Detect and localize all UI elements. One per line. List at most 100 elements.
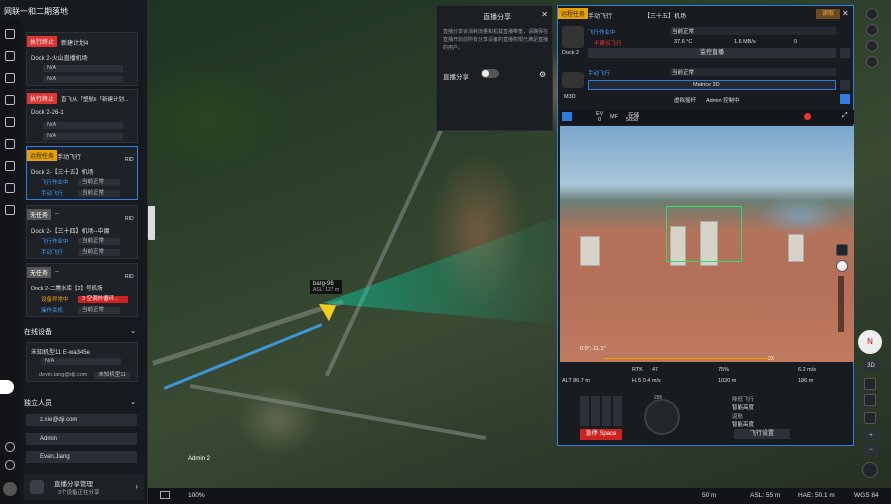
field-value: 当前正常 (78, 189, 120, 197)
draw-icon[interactable] (866, 40, 878, 52)
shutter-icon[interactable] (836, 260, 848, 272)
dock-status-value: 当前正常 (670, 27, 836, 35)
nav-list-icon[interactable] (5, 117, 15, 127)
flight-settings-button[interactable]: 飞行设置 (734, 429, 790, 439)
status-tag: 执行终止 (27, 36, 58, 47)
refresh-icon[interactable] (866, 56, 878, 68)
person-item[interactable]: z.xie@dji.com (26, 414, 137, 426)
ruler-icon[interactable] (866, 24, 878, 36)
storage-value: 5858 (626, 117, 639, 123)
search-icon[interactable] (840, 80, 850, 90)
task-card[interactable]: 远程任务 手动飞行 RID Dock 2-【三十五】机场 飞行作业中 当前正常 手… (26, 146, 138, 200)
dock-label: Dock 2 (562, 50, 580, 56)
task-card[interactable]: 无任务 -- RID Dock 2-【三十四】机场--中庸 飞行作业中 当前正常 … (26, 205, 138, 259)
task-tag: 远程任务 (558, 8, 589, 19)
chat-icon[interactable] (0, 380, 14, 394)
monitor-live-button[interactable]: 监控直播 (588, 48, 836, 58)
network-speed: 1.6 MB/s (734, 39, 756, 45)
search-map-icon[interactable] (862, 462, 878, 478)
fullscreen-icon[interactable]: ⤢ (842, 112, 848, 120)
device-badge: 未知机型11 (94, 371, 131, 379)
close-icon[interactable]: ✕ (541, 10, 548, 19)
admin-marker[interactable]: Admin 2 (188, 456, 210, 462)
model-bar[interactable]: Matrice 3D (588, 80, 836, 90)
nav-media-icon[interactable] (5, 95, 15, 105)
plane-icon[interactable] (864, 394, 876, 406)
locate-icon[interactable] (864, 412, 876, 424)
navigate-icon[interactable] (864, 378, 876, 390)
zoom-slider[interactable] (838, 276, 844, 332)
nav-map-icon[interactable] (5, 73, 15, 83)
nav-rail (0, 20, 20, 504)
close-icon[interactable]: ✕ (842, 9, 849, 18)
section-title: 在线设备 (24, 329, 52, 336)
left-collapse-handle[interactable] (148, 206, 155, 240)
person-item[interactable]: Admin (26, 433, 137, 445)
user-email: devin.tang@dji.com (39, 372, 88, 378)
layer-icon[interactable] (866, 8, 878, 20)
avatar[interactable] (3, 482, 17, 496)
person-item[interactable]: Evan.Jiang (26, 451, 137, 463)
mode2-value: 智能高度 (732, 422, 755, 428)
settings-icon[interactable]: ⚙ (539, 70, 546, 79)
status-tag: 执行终止 (27, 93, 58, 104)
field-value: 当前正常 (78, 306, 120, 314)
focus-box[interactable] (666, 206, 742, 262)
drone-label: barg-96 ASL: 127 m (310, 280, 343, 294)
globe-icon[interactable] (5, 442, 15, 452)
live-share-icon (30, 480, 44, 494)
coordinate-system: WGS 84 (854, 492, 879, 499)
drone-status-value: 当前正常 (670, 68, 836, 76)
report-button[interactable]: 读取 (816, 9, 840, 19)
field-label: 设备异常中 (41, 297, 69, 303)
direction-pad[interactable] (580, 396, 624, 426)
task-card[interactable]: 执行终止 新建计划4 Dock 2-火山直播机场 N/A N/A (26, 32, 138, 86)
view-3d-button[interactable]: 3D (864, 360, 878, 372)
live-share-manager[interactable]: 直播分享管理 3个设备正在分享 › (24, 474, 144, 500)
live-share-sub: 3个设备正在分享 (58, 490, 100, 496)
live-share-title: 直播分享管理 (54, 481, 93, 488)
nav-device-icon[interactable] (5, 29, 15, 39)
virtual-stick-button[interactable]: 虚拟摇杆 (674, 96, 696, 104)
device-panel: 远程任务 手动飞行 【三十五】机场 读取 ✕ Dock 2 M3D 飞行作业中 … (557, 5, 854, 446)
record-icon[interactable] (804, 113, 811, 120)
battery-value: 75% (718, 367, 730, 373)
tools-icon[interactable] (840, 48, 850, 58)
nav-calendar-icon[interactable] (5, 161, 15, 171)
drone-image (562, 72, 584, 88)
share-toggle[interactable] (481, 69, 499, 78)
layout-icon[interactable] (562, 112, 572, 121)
task-name: -- (55, 269, 59, 275)
camera-icon[interactable] (836, 244, 848, 256)
help-icon[interactable] (5, 460, 15, 470)
nav-upload-icon[interactable] (5, 51, 15, 61)
project-title: 网联一和二期落地 (4, 7, 68, 16)
mf-label: MF (610, 114, 618, 120)
keyboard-icon[interactable] (160, 491, 170, 499)
mode2-label: 返航 (732, 414, 744, 420)
nav-plan-icon[interactable] (5, 139, 15, 149)
camera-feed[interactable]: 0.0°,-11.1° 2X (560, 126, 854, 362)
emergency-stop-button[interactable]: 急停 Space (580, 429, 622, 440)
task-card[interactable]: 无任务 -- RID Dock 2-二腾水库【2】号机场 设备异常中 3 空调外循… (26, 263, 138, 317)
status-tag: 远程任务 (27, 150, 58, 161)
online-device-card[interactable]: 未知机型11 E-wa345e N/A devin.tang@dji.com 未知… (26, 342, 138, 382)
asl-label: ASL: 55 m (750, 492, 781, 499)
zoom-out-button[interactable]: − (864, 444, 878, 456)
zoom-in-button[interactable]: + (864, 430, 878, 442)
horizontal-speed: H.S 0.4 m/s (632, 378, 661, 384)
dock-name: 【三十五】机场 (644, 14, 687, 20)
dock-image (562, 26, 584, 48)
device-name: Dock 2-【三十五】机场 (31, 170, 94, 176)
attitude-dial (644, 399, 680, 435)
compass-icon[interactable]: N (858, 330, 882, 354)
expand-icon[interactable] (840, 94, 850, 104)
nav-model-icon[interactable] (5, 183, 15, 193)
field-label: 手动飞行 (41, 250, 64, 256)
people-header[interactable]: 独立人员 ⌄ (24, 398, 140, 408)
model-name: Matrice 3D (693, 82, 720, 88)
nav-settings-icon[interactable] (5, 205, 15, 215)
online-devices-header[interactable]: 在线设备 ⌄ (24, 327, 140, 337)
task-card[interactable]: 执行终止 直飞从「塑航li「新建计划... Dock 2-26-1 N/A N/… (26, 89, 138, 143)
gimbal-track (604, 358, 772, 359)
